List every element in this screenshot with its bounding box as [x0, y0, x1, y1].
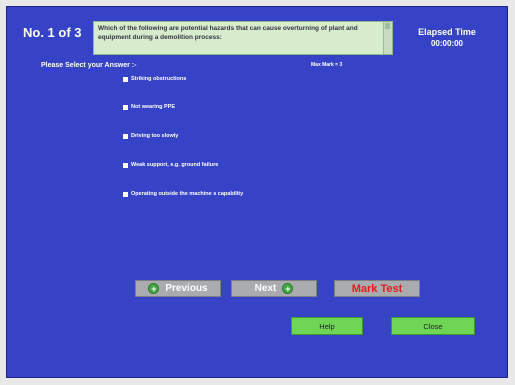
next-button[interactable]: Next + [231, 280, 317, 297]
question-text: Which of the following are potential haz… [98, 25, 358, 41]
max-mark: Max Mark = 3 [311, 62, 343, 68]
answer-option[interactable]: Operating outside the machine s capabili… [123, 189, 243, 199]
option-checkbox[interactable] [123, 104, 128, 110]
mark-test-button[interactable]: Mark Test [334, 280, 420, 297]
answer-option[interactable]: Not wearing PPE [123, 102, 175, 112]
option-checkbox[interactable] [123, 76, 128, 82]
option-checkbox[interactable] [123, 191, 128, 197]
close-button-label: Close [423, 321, 443, 331]
scrollbar-thumb[interactable] [385, 23, 390, 29]
answer-option[interactable]: Driving too slowly [123, 131, 178, 141]
plus-circle-icon: + [282, 283, 294, 294]
question-text-box[interactable]: Which of the following are potential haz… [93, 21, 393, 55]
quiz-panel: No. 1 of 3 Which of the following are po… [6, 6, 508, 378]
option-checkbox[interactable] [123, 162, 128, 168]
option-label: Driving too slowly [131, 133, 179, 139]
option-checkbox[interactable] [123, 133, 128, 139]
help-button[interactable]: Help [291, 317, 363, 335]
plus-circle-icon: + [148, 283, 160, 294]
question-counter: No. 1 of 3 [23, 25, 82, 40]
option-label: Weak support, e.g. ground failure [131, 162, 219, 168]
answer-prompt: Please Select your Answer :- [41, 62, 137, 69]
option-label: Operating outside the machine s capabili… [131, 191, 244, 197]
next-button-label: Next [254, 283, 277, 294]
close-button[interactable]: Close [391, 317, 475, 335]
elapsed-time-value: 00:00:00 [430, 39, 464, 48]
elapsed-time-label: Elapsed Time [418, 27, 476, 37]
previous-button-label: Previous [165, 283, 208, 294]
help-button-label: Help [319, 321, 335, 331]
mark-test-label: Mark Test [351, 282, 403, 295]
option-label: Not wearing PPE [131, 104, 176, 110]
answer-option[interactable]: Weak support, e.g. ground failure [123, 160, 218, 170]
option-label: Striking obstructions [131, 76, 187, 82]
answer-option[interactable]: Striking obstructions [123, 74, 186, 84]
previous-button[interactable]: + Previous [135, 280, 221, 297]
question-scrollbar[interactable] [383, 22, 392, 54]
quiz-window: No. 1 of 3 Which of the following are po… [0, 0, 515, 385]
